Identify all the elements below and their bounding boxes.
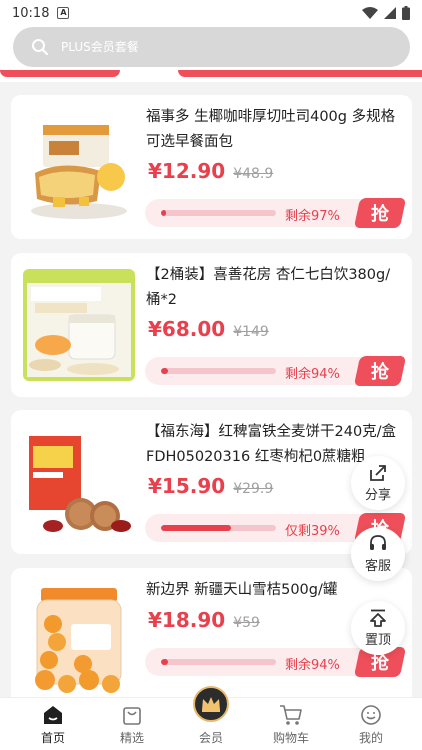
- stock-progress-track: [161, 525, 276, 531]
- original-price: ¥59: [233, 615, 260, 631]
- stock-remaining: 剩余94%: [285, 658, 340, 673]
- product-title: 【2桶装】喜善花房 杏仁七白饮380g/桶*2: [146, 267, 391, 308]
- current-price: ¥68.00: [148, 317, 226, 341]
- member-badge[interactable]: [193, 686, 229, 722]
- tab-profile[interactable]: 我的: [329, 698, 413, 750]
- headset-icon: [370, 534, 386, 550]
- stock-remaining: 仅剩39%: [285, 524, 340, 539]
- current-price: ¥15.90: [148, 474, 226, 498]
- arrow-up-icon: [370, 609, 386, 627]
- profile-icon: [361, 705, 381, 725]
- product-image: [23, 584, 135, 696]
- tab-label: 精选: [119, 731, 144, 745]
- stock-bar: 剩余94% 抢: [145, 647, 407, 677]
- back-to-top-label: 置顶: [364, 632, 391, 648]
- tab-label: 会员: [198, 731, 223, 745]
- tab-featured[interactable]: 精选: [90, 698, 174, 750]
- tab-cart[interactable]: 购物车: [249, 698, 333, 750]
- signal-icon: [384, 7, 396, 19]
- customer-service-label: 客服: [364, 558, 391, 574]
- stock-progress-fill: [161, 659, 168, 665]
- bag-icon: [123, 707, 141, 725]
- product-image: [23, 269, 135, 381]
- grab-button-label: 抢: [371, 204, 389, 225]
- tab-strip-left: [0, 70, 120, 77]
- search-bar[interactable]: [13, 27, 410, 67]
- original-price: ¥149: [233, 324, 269, 340]
- status-bar: 10:18 A: [0, 0, 422, 26]
- battery-icon: [402, 6, 410, 20]
- home-icon: [44, 706, 62, 724]
- stock-progress-track: [161, 659, 276, 665]
- stock-remaining: 剩余94%: [285, 367, 340, 382]
- stock-bar: 剩余97% 抢: [145, 198, 407, 228]
- share-icon: [370, 464, 386, 481]
- share-label: 分享: [364, 487, 391, 503]
- tab-home[interactable]: 首页: [11, 698, 95, 750]
- stock-progress-fill: [161, 210, 166, 216]
- wifi-icon: [362, 7, 378, 19]
- stock-progress-track: [161, 210, 276, 216]
- search-icon: [32, 39, 49, 56]
- price-row: ¥18.90 ¥59: [148, 608, 260, 632]
- stock-progress-fill: [161, 525, 232, 531]
- share-button[interactable]: 分享: [351, 456, 405, 510]
- price-row: ¥68.00 ¥149: [148, 317, 269, 341]
- current-price: ¥12.90: [148, 159, 226, 183]
- product-image: [23, 111, 135, 223]
- search-header: [0, 26, 422, 82]
- cart-icon: [280, 705, 302, 725]
- grab-button[interactable]: 抢: [353, 356, 407, 386]
- search-input[interactable]: [61, 40, 361, 54]
- stock-bar: 剩余94% 抢: [145, 356, 407, 386]
- crown-icon: [202, 697, 220, 712]
- original-price: ¥29.9: [233, 481, 274, 497]
- original-price: ¥48.9: [233, 166, 274, 182]
- tab-label: 购物车: [272, 731, 309, 745]
- stock-progress-fill: [161, 368, 168, 374]
- back-to-top-button[interactable]: 置顶: [351, 601, 405, 655]
- tab-label: 我的: [358, 731, 383, 745]
- status-time: 10:18: [12, 5, 50, 21]
- product-image: [23, 426, 135, 538]
- grab-button-label: 抢: [371, 362, 389, 383]
- product-title: 新边界 新疆天山雪桔500g/罐: [146, 582, 338, 598]
- price-row: ¥12.90 ¥48.9: [148, 159, 273, 183]
- customer-service-button[interactable]: 客服: [351, 527, 405, 581]
- price-row: ¥15.90 ¥29.9: [148, 474, 273, 498]
- tab-strip-right: [178, 70, 422, 77]
- product-title: 福事多 生椰咖啡厚切吐司400g 多规格可选早餐面包: [146, 109, 396, 150]
- current-price: ¥18.90: [148, 608, 226, 632]
- tab-label: 首页: [40, 731, 65, 745]
- product-card[interactable]: 【2桶装】喜善花房 杏仁七白饮380g/桶*2 ¥68.00 ¥149 剩余94…: [11, 253, 412, 397]
- product-card[interactable]: 福事多 生椰咖啡厚切吐司400g 多规格可选早餐面包 ¥12.90 ¥48.9 …: [11, 95, 412, 239]
- stock-remaining: 剩余97%: [285, 209, 340, 224]
- notification-icon: A: [57, 7, 70, 19]
- stock-progress-track: [161, 368, 276, 374]
- grab-button[interactable]: 抢: [353, 198, 407, 228]
